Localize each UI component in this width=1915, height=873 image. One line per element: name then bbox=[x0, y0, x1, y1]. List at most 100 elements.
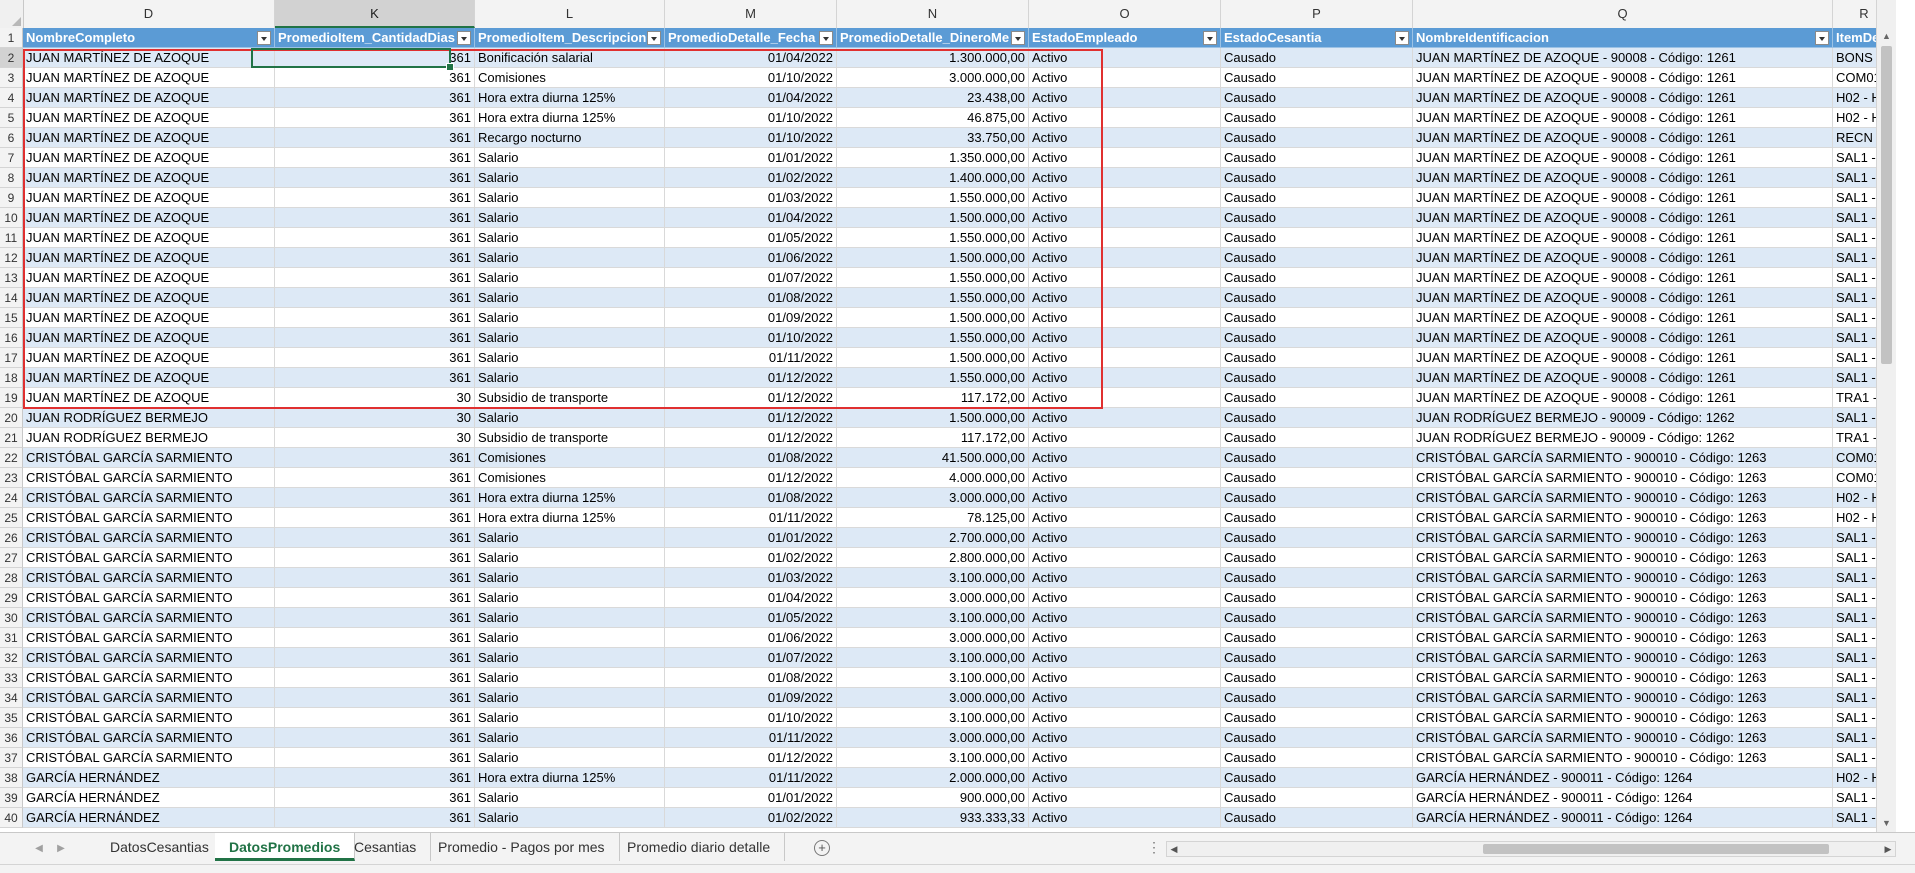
table-cell[interactable]: CRISTÓBAL GARCÍA SARMIENTO - 900010 - Có… bbox=[1413, 448, 1833, 468]
row-number[interactable]: 21 bbox=[0, 428, 23, 448]
column-letter-k[interactable]: K bbox=[275, 0, 475, 28]
row-number[interactable]: 29 bbox=[0, 588, 23, 608]
table-cell[interactable]: JUAN MARTÍNEZ DE AZOQUE - 90008 - Código… bbox=[1413, 348, 1833, 368]
table-cell[interactable]: Activo bbox=[1029, 108, 1221, 128]
table-cell[interactable]: Salario bbox=[475, 188, 665, 208]
table-cell[interactable]: 01/10/2022 bbox=[665, 108, 837, 128]
header-cell[interactable]: NombreCompleto bbox=[23, 28, 275, 48]
row-number[interactable]: 16 bbox=[0, 328, 23, 348]
sheet-tab-promedio-pagos-por-mes[interactable]: Promedio - Pagos por mes bbox=[424, 833, 620, 861]
table-cell[interactable]: 01/04/2022 bbox=[665, 588, 837, 608]
table-cell[interactable]: Bonificación salarial bbox=[475, 48, 665, 68]
column-letter-m[interactable]: M bbox=[665, 0, 837, 28]
table-cell[interactable]: Salario bbox=[475, 268, 665, 288]
table-cell[interactable]: 361 bbox=[275, 688, 475, 708]
table-cell[interactable]: JUAN MARTÍNEZ DE AZOQUE bbox=[23, 88, 275, 108]
table-cell[interactable]: Causado bbox=[1221, 88, 1413, 108]
table-cell[interactable]: Salario bbox=[475, 408, 665, 428]
table-cell[interactable]: Causado bbox=[1221, 408, 1413, 428]
table-cell[interactable]: Causado bbox=[1221, 608, 1413, 628]
table-cell[interactable]: JUAN MARTÍNEZ DE AZOQUE - 90008 - Código… bbox=[1413, 368, 1833, 388]
table-cell[interactable]: Hora extra diurna 125% bbox=[475, 108, 665, 128]
row-number[interactable]: 3 bbox=[0, 68, 23, 88]
table-cell[interactable]: Salario bbox=[475, 688, 665, 708]
table-cell[interactable]: Salario bbox=[475, 328, 665, 348]
table-cell[interactable]: JUAN MARTÍNEZ DE AZOQUE bbox=[23, 368, 275, 388]
table-cell[interactable]: Salario bbox=[475, 548, 665, 568]
table-cell[interactable]: CRISTÓBAL GARCÍA SARMIENTO - 900010 - Có… bbox=[1413, 668, 1833, 688]
table-cell[interactable]: Activo bbox=[1029, 288, 1221, 308]
table-cell[interactable]: Causado bbox=[1221, 688, 1413, 708]
table-cell[interactable]: 01/06/2022 bbox=[665, 248, 837, 268]
table-cell[interactable]: JUAN MARTÍNEZ DE AZOQUE bbox=[23, 128, 275, 148]
table-cell[interactable]: GARCÍA HERNÁNDEZ bbox=[23, 788, 275, 808]
table-cell[interactable]: 361 bbox=[275, 128, 475, 148]
table-cell[interactable]: Salario bbox=[475, 348, 665, 368]
table-cell[interactable]: JUAN MARTÍNEZ DE AZOQUE - 90008 - Código… bbox=[1413, 168, 1833, 188]
table-cell[interactable]: Activo bbox=[1029, 248, 1221, 268]
row-number[interactable]: 11 bbox=[0, 228, 23, 248]
table-cell[interactable]: 361 bbox=[275, 728, 475, 748]
table-cell[interactable]: CRISTÓBAL GARCÍA SARMIENTO - 900010 - Có… bbox=[1413, 608, 1833, 628]
table-cell[interactable]: CRISTÓBAL GARCÍA SARMIENTO - 900010 - Có… bbox=[1413, 508, 1833, 528]
table-cell[interactable]: JUAN RODRÍGUEZ BERMEJO bbox=[23, 408, 275, 428]
table-cell[interactable]: 01/08/2022 bbox=[665, 668, 837, 688]
row-number[interactable]: 22 bbox=[0, 448, 23, 468]
table-cell[interactable]: Hora extra diurna 125% bbox=[475, 88, 665, 108]
row-number[interactable]: 36 bbox=[0, 728, 23, 748]
table-cell[interactable]: JUAN MARTÍNEZ DE AZOQUE - 90008 - Código… bbox=[1413, 68, 1833, 88]
table-cell[interactable]: Causado bbox=[1221, 48, 1413, 68]
table-cell[interactable]: 01/02/2022 bbox=[665, 548, 837, 568]
table-cell[interactable]: Activo bbox=[1029, 368, 1221, 388]
table-cell[interactable]: GARCÍA HERNÁNDEZ bbox=[23, 808, 275, 828]
filter-dropdown-icon[interactable] bbox=[819, 31, 833, 45]
table-cell[interactable]: GARCÍA HERNÁNDEZ - 900011 - Código: 1264 bbox=[1413, 788, 1833, 808]
table-cell[interactable]: Causado bbox=[1221, 468, 1413, 488]
table-cell[interactable]: CRISTÓBAL GARCÍA SARMIENTO bbox=[23, 568, 275, 588]
table-cell[interactable]: CRISTÓBAL GARCÍA SARMIENTO bbox=[23, 648, 275, 668]
table-cell[interactable]: Activo bbox=[1029, 548, 1221, 568]
row-number[interactable]: 4 bbox=[0, 88, 23, 108]
header-cell[interactable]: PromedioItem_CantidadDias bbox=[275, 28, 475, 48]
sheet-tab-cesantias[interactable]: Cesantias bbox=[340, 833, 432, 861]
table-cell[interactable]: Salario bbox=[475, 708, 665, 728]
table-cell[interactable]: Causado bbox=[1221, 808, 1413, 828]
table-cell[interactable]: 01/10/2022 bbox=[665, 68, 837, 88]
row-number[interactable]: 39 bbox=[0, 788, 23, 808]
row-number[interactable]: 40 bbox=[0, 808, 23, 828]
table-cell[interactable]: JUAN MARTÍNEZ DE AZOQUE - 90008 - Código… bbox=[1413, 108, 1833, 128]
column-letter-l[interactable]: L bbox=[475, 0, 665, 28]
column-letter-q[interactable]: Q bbox=[1413, 0, 1833, 28]
row-number[interactable]: 37 bbox=[0, 748, 23, 768]
table-cell[interactable]: Salario bbox=[475, 368, 665, 388]
table-cell[interactable]: 01/08/2022 bbox=[665, 488, 837, 508]
table-cell[interactable]: Activo bbox=[1029, 808, 1221, 828]
row-number[interactable]: 17 bbox=[0, 348, 23, 368]
table-cell[interactable]: Causado bbox=[1221, 428, 1413, 448]
table-cell[interactable]: 01/11/2022 bbox=[665, 348, 837, 368]
column-letter-p[interactable]: P bbox=[1221, 0, 1413, 28]
table-cell[interactable]: 78.125,00 bbox=[837, 508, 1029, 528]
table-cell[interactable]: JUAN MARTÍNEZ DE AZOQUE - 90008 - Código… bbox=[1413, 128, 1833, 148]
table-cell[interactable]: 361 bbox=[275, 508, 475, 528]
header-cell[interactable]: PromedioDetalle_DineroMe bbox=[837, 28, 1029, 48]
table-cell[interactable]: 01/12/2022 bbox=[665, 388, 837, 408]
row-number[interactable]: 34 bbox=[0, 688, 23, 708]
row-number[interactable]: 30 bbox=[0, 608, 23, 628]
table-cell[interactable]: JUAN MARTÍNEZ DE AZOQUE bbox=[23, 248, 275, 268]
table-cell[interactable]: JUAN MARTÍNEZ DE AZOQUE bbox=[23, 228, 275, 248]
table-cell[interactable]: Activo bbox=[1029, 748, 1221, 768]
table-cell[interactable]: 3.000.000,00 bbox=[837, 688, 1029, 708]
table-cell[interactable]: JUAN MARTÍNEZ DE AZOQUE bbox=[23, 348, 275, 368]
table-cell[interactable]: Activo bbox=[1029, 768, 1221, 788]
table-cell[interactable]: Activo bbox=[1029, 648, 1221, 668]
table-cell[interactable]: 361 bbox=[275, 808, 475, 828]
table-cell[interactable]: 361 bbox=[275, 208, 475, 228]
row-number[interactable]: 35 bbox=[0, 708, 23, 728]
table-cell[interactable]: 1.550.000,00 bbox=[837, 228, 1029, 248]
table-cell[interactable]: CRISTÓBAL GARCÍA SARMIENTO - 900010 - Có… bbox=[1413, 728, 1833, 748]
column-letter-o[interactable]: O bbox=[1029, 0, 1221, 28]
table-cell[interactable]: Subsidio de transporte bbox=[475, 388, 665, 408]
table-cell[interactable]: Activo bbox=[1029, 328, 1221, 348]
row-number[interactable]: 2 bbox=[0, 48, 23, 68]
